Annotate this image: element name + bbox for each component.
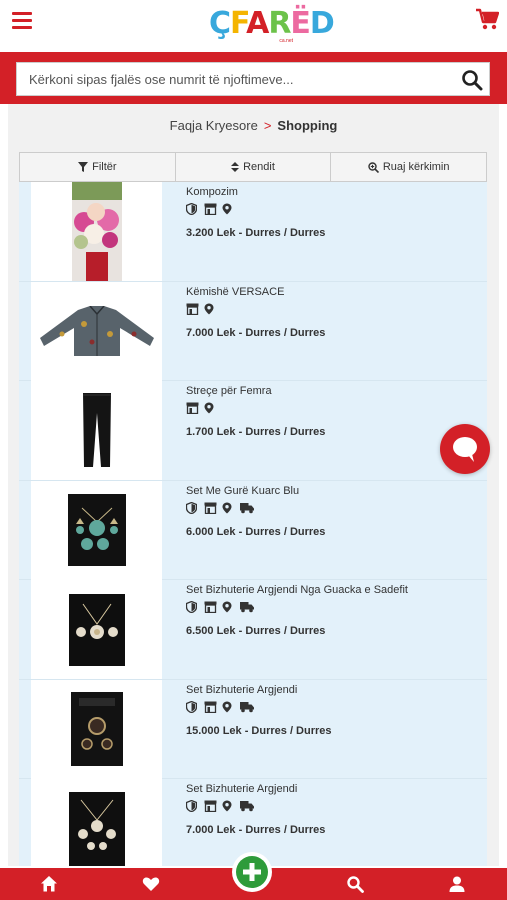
listing-row[interactable]: Streçe për Femra 1.700 Lek - Durres / Du… <box>19 381 487 481</box>
listing-list: Kompozim 3.200 Lek - Durres / Durres Këm… <box>19 182 487 866</box>
listing-thumbnail-leggings[interactable] <box>31 381 162 480</box>
logo-suffix: ca.net <box>279 38 293 44</box>
search-input[interactable] <box>17 63 437 95</box>
listing-badges <box>185 799 487 813</box>
listing-price: 6.000 Lek - Durres / Durres <box>186 525 326 538</box>
listing-row[interactable]: Këmishë VERSACE 7.000 Lek - Durres / Dur… <box>19 281 487 381</box>
listing-price: 6.500 Lek - Durres / Durres <box>186 625 326 637</box>
location-pin-icon <box>222 501 234 513</box>
listing-thumbnail-shirt[interactable] <box>31 281 162 381</box>
listing-info: Set Bizhuterie Argjendi 15.000 Lek - Dur… <box>162 680 487 779</box>
listing-row[interactable]: Set Bizhuterie Argjendi 15.000 Lek - Dur… <box>19 679 487 779</box>
listing-row[interactable]: Kompozim 3.200 Lek - Durres / Durres <box>19 182 487 282</box>
location-pin-icon <box>204 302 216 314</box>
search-icon[interactable] <box>461 69 483 91</box>
listing-title[interactable]: Kompozim <box>186 185 487 201</box>
listing-badges <box>185 202 487 216</box>
listing-title[interactable]: Streçe për Femra <box>186 384 487 400</box>
breadcrumb: Faqja Kryesore > Shopping <box>8 118 499 133</box>
listing-thumbnail-flowers[interactable] <box>31 182 162 281</box>
chat-bubble-icon <box>453 437 477 462</box>
add-icon <box>236 856 268 888</box>
truck-icon <box>240 799 254 812</box>
search-band <box>0 52 507 104</box>
shield-icon <box>185 799 198 813</box>
breadcrumb-current: Shopping <box>277 118 338 133</box>
store-icon <box>204 700 217 713</box>
location-pin-icon <box>204 401 216 414</box>
shield-icon <box>185 700 198 713</box>
listing-thumbnail-jewelry[interactable] <box>31 679 162 779</box>
listing-badges <box>186 401 487 415</box>
listing-row[interactable]: Set Bizhuterie Argjendi Nga Guacka e Sad… <box>19 580 487 680</box>
shield-icon <box>185 600 198 614</box>
home-icon[interactable] <box>40 875 58 893</box>
store-icon <box>204 600 217 614</box>
listing-info: Këmishë VERSACE 7.000 Lek - Durres / Dur… <box>162 282 487 381</box>
listing-info: Set Bizhuterie Argjendi 7.000 Lek - Durr… <box>162 779 487 866</box>
listing-badges <box>186 302 487 316</box>
listing-thumbnail-jewelry[interactable] <box>31 580 162 679</box>
site-logo[interactable]: ÇFARËD ca.net <box>209 4 335 48</box>
listing-badges <box>185 600 487 614</box>
listing-title[interactable]: Këmishë VERSACE <box>186 285 487 301</box>
listing-badges <box>185 501 487 515</box>
listing-thumbnail-jewelry[interactable] <box>31 779 162 866</box>
sort-button[interactable]: Rendit <box>176 153 332 181</box>
listing-info: Kompozim 3.200 Lek - Durres / Durres <box>162 182 487 281</box>
breadcrumb-separator: > <box>263 118 272 133</box>
location-pin-icon <box>222 700 234 712</box>
store-icon <box>186 401 199 415</box>
listing-price: 7.000 Lek - Durres / Durres <box>186 326 326 339</box>
listing-badges <box>185 700 487 714</box>
list-toolbar: Filtër Rendit Ruaj kërkimin <box>19 152 487 182</box>
truck-icon <box>240 501 254 513</box>
filter-button[interactable]: Filtër <box>20 153 176 181</box>
save-search-button[interactable]: Ruaj kërkimin <box>331 153 486 181</box>
save-search-label: Ruaj kërkimin <box>382 161 450 173</box>
listing-title[interactable]: Set Bizhuterie Argjendi Nga Guacka e Sad… <box>186 583 487 599</box>
search-icon[interactable] <box>346 875 364 893</box>
listing-price: 7.000 Lek - Durres / Durres <box>186 824 326 836</box>
truck-icon <box>240 700 254 712</box>
chat-button[interactable] <box>440 424 490 474</box>
add-listing-button[interactable] <box>232 852 272 892</box>
zoom-plus-icon <box>368 161 379 173</box>
location-pin-icon <box>222 202 234 215</box>
listing-price: 3.200 Lek - Durres / Durres <box>186 227 326 239</box>
main-content: Faqja Kryesore > Shopping Filtër Rendit Ru… <box>8 104 499 866</box>
truck-icon <box>240 600 254 613</box>
filter-icon <box>78 162 89 172</box>
shopping-cart-icon[interactable] <box>475 8 499 30</box>
shield-icon <box>185 501 198 514</box>
breadcrumb-home[interactable]: Faqja Kryesore <box>170 118 258 133</box>
listing-title[interactable]: Set Bizhuterie Argjendi <box>186 683 487 699</box>
listing-info: Set Bizhuterie Argjendi Nga Guacka e Sad… <box>162 580 487 679</box>
filter-label: Filtër <box>92 161 117 173</box>
top-bar: ÇFARËD ca.net <box>0 0 507 52</box>
listing-title[interactable]: Set Bizhuterie Argjendi <box>186 782 487 798</box>
listing-thumbnail-jewelry[interactable] <box>31 480 162 580</box>
sort-icon <box>231 162 240 172</box>
listing-title[interactable]: Set Me Gurë Kuarc Blu <box>186 484 487 500</box>
listing-row[interactable]: Set Me Gurë Kuarc Blu 6.000 Lek - Durres… <box>19 480 487 580</box>
search-box <box>16 62 490 96</box>
store-icon <box>204 799 217 813</box>
user-icon[interactable] <box>448 875 466 893</box>
store-icon <box>186 302 199 315</box>
store-icon <box>204 202 217 216</box>
location-pin-icon <box>222 799 234 812</box>
shield-icon <box>185 202 198 216</box>
store-icon <box>204 501 217 514</box>
sort-label: Rendit <box>243 161 275 173</box>
listing-info: Streçe për Femra 1.700 Lek - Durres / Du… <box>162 381 487 480</box>
heart-icon[interactable] <box>142 875 160 893</box>
location-pin-icon <box>222 600 234 613</box>
listing-info: Set Me Gurë Kuarc Blu 6.000 Lek - Durres… <box>162 481 487 580</box>
listing-price: 15.000 Lek - Durres / Durres <box>186 724 332 737</box>
hamburger-icon[interactable] <box>12 12 32 29</box>
